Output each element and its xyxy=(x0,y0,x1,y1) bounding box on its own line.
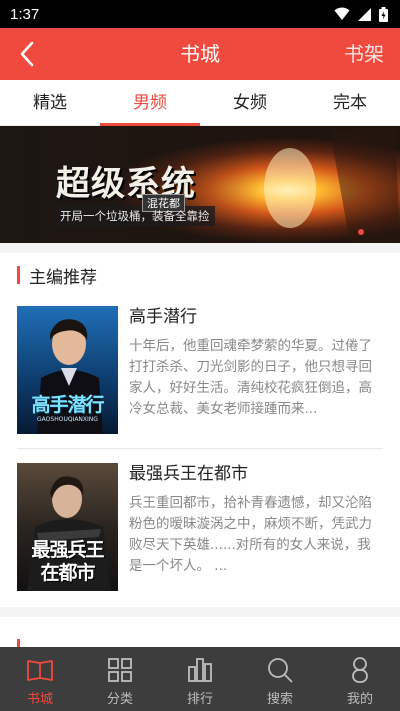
section-marker xyxy=(17,266,20,284)
book-cover[interactable]: 高手潜行 GAOSHOUQIANXING xyxy=(17,306,118,434)
banner-tagline: 开局一个垃圾桶，装备全靠捡 xyxy=(60,209,210,223)
nav-label: 排行 xyxy=(186,692,213,707)
book-open-icon xyxy=(27,660,53,681)
next-section-header xyxy=(0,617,400,647)
editor-picks-section: 主编推荐 xyxy=(0,253,400,297)
bookshelf-button[interactable]: 书架 xyxy=(344,28,384,80)
battery-icon xyxy=(379,6,388,22)
wifi-icon xyxy=(334,7,350,20)
carousel-indicator xyxy=(358,229,364,235)
tab-female[interactable]: 女频 xyxy=(200,80,300,125)
list-divider xyxy=(17,448,383,449)
search-icon xyxy=(268,658,293,683)
book-title[interactable]: 高手潜行 xyxy=(129,306,383,328)
nav-label: 分类 xyxy=(106,692,133,707)
cover-title-line2: 在都市 xyxy=(40,562,95,584)
section-marker xyxy=(17,639,20,647)
nav-item-category[interactable]: 分类 xyxy=(80,647,160,711)
grid-icon xyxy=(108,658,132,682)
app-bar: 书城 书架 xyxy=(0,28,400,80)
status-bar: 1:37 xyxy=(0,0,400,28)
nav-item-ranking[interactable]: 排行 xyxy=(160,647,240,711)
book-title[interactable]: 最强兵王在都市 xyxy=(129,463,383,485)
book-description: 兵王重回都市，拾补青春遗憾，却又沦陷粉色的暧昧漩涡之中，麻烦不断，凭武力败尽天下… xyxy=(129,495,372,574)
bottom-nav: 书城 分类 排行 搜索 我的 xyxy=(0,647,400,711)
tab-male[interactable]: 男频 xyxy=(100,80,200,126)
nav-label: 我的 xyxy=(346,692,373,707)
page-title: 书城 xyxy=(180,42,220,66)
book-item[interactable]: 最强兵王 在都市 最强兵王在都市 兵王重回都市，拾补青春遗憾，却又沦陷粉色的暧昧… xyxy=(17,463,383,591)
status-time: 1:37 xyxy=(10,5,40,23)
nav-label: 搜索 xyxy=(266,692,293,707)
book-description: 十年后，他重回魂牵梦萦的华夏。过倦了打打杀杀、刀光剑影的日子，他只想寻回家人，好… xyxy=(129,338,372,417)
book-info: 最强兵王在都市 兵王重回都市，拾补青春遗憾，却又沦陷粉色的暧昧漩涡之中，麻烦不断… xyxy=(129,463,383,577)
status-icons xyxy=(334,6,388,22)
ranking-icon xyxy=(188,658,212,682)
nav-label: 书城 xyxy=(26,692,53,707)
book-cover[interactable]: 最强兵王 在都市 xyxy=(17,463,118,591)
signal-icon xyxy=(358,7,371,21)
cover-subtitle: GAOSHOUQIANXING xyxy=(37,416,98,423)
nav-item-mine[interactable]: 我的 xyxy=(320,647,400,711)
section-title: 主编推荐 xyxy=(29,267,97,288)
promo-banner[interactable]: 超级系统 混花都 开局一个垃圾桶，装备全靠捡 xyxy=(0,126,400,243)
section-spacer xyxy=(0,607,400,617)
tab-featured[interactable]: 精选 xyxy=(0,80,100,125)
book-info: 高手潜行 十年后，他重回魂牵梦萦的华夏。过倦了打打杀杀、刀光剑影的日子，他只想寻… xyxy=(129,306,383,420)
category-tabs: 精选 男频 女频 完本 xyxy=(0,80,400,126)
nav-item-bookstore[interactable]: 书城 xyxy=(0,647,80,711)
tab-completed[interactable]: 完本 xyxy=(300,80,400,125)
nav-item-search[interactable]: 搜索 xyxy=(240,647,320,711)
section-header: 主编推荐 xyxy=(0,253,400,297)
section-spacer xyxy=(0,243,400,253)
person-icon xyxy=(352,657,368,683)
book-item[interactable]: 高手潜行 GAOSHOUQIANXING 高手潜行 十年后，他重回魂牵梦萦的华夏… xyxy=(17,306,383,434)
cover-title: 高手潜行 xyxy=(31,394,104,416)
